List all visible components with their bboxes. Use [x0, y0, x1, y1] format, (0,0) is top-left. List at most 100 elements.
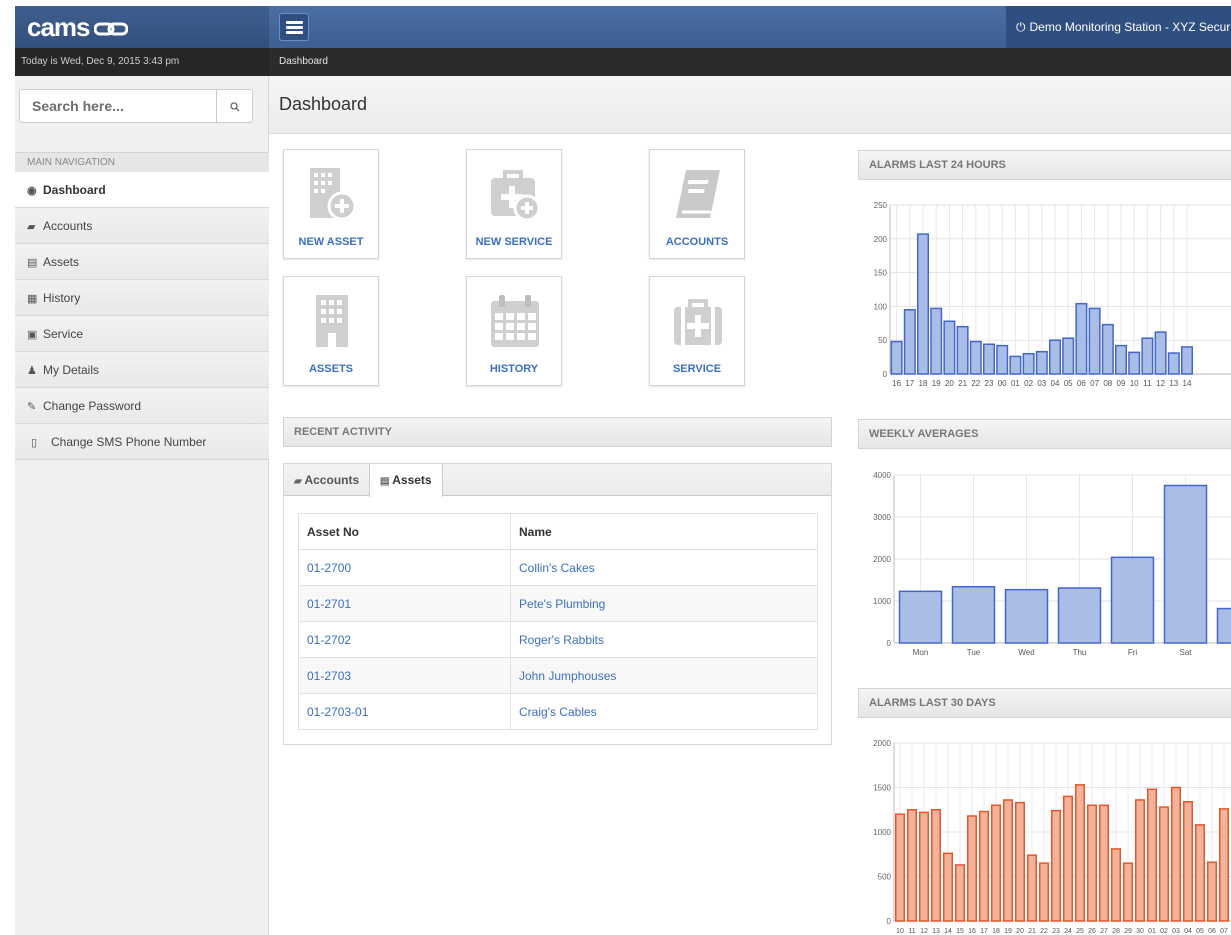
asset-name-link[interactable]: Pete's Plumbing	[510, 585, 818, 622]
station-menu[interactable]: ⏻ Demo Monitoring Station - XYZ Security	[1006, 6, 1231, 48]
chart-bar	[956, 325, 969, 375]
edit-icon: ✎	[27, 401, 37, 413]
chart-bar	[1181, 346, 1193, 375]
table-row: 01-2701 Pete's Plumbing	[298, 585, 818, 622]
breadcrumb[interactable]: Dashboard	[279, 48, 328, 76]
menu-toggle-button[interactable]	[279, 13, 309, 41]
search-input[interactable]	[32, 96, 212, 116]
x-tick-label: 17	[980, 928, 988, 935]
chart-bar	[890, 340, 903, 375]
tile-service[interactable]: SERVICE	[649, 276, 745, 386]
x-tick-label: 06	[1077, 379, 1086, 388]
y-tick-label: 3000	[873, 513, 891, 522]
search-icon	[229, 102, 239, 112]
y-tick-label: 1000	[873, 828, 891, 837]
search-button[interactable]	[216, 90, 252, 122]
table-row: 01-2702 Roger's Rabbits	[298, 621, 818, 658]
chart-bar	[1207, 861, 1217, 922]
y-tick-label: 150	[874, 269, 888, 278]
chart-bar	[1159, 806, 1169, 922]
sidebar-item-dashboard[interactable]: ◉ Dashboard	[15, 172, 269, 208]
medkit-icon: ▣	[27, 329, 38, 341]
x-tick-label: Fri	[1128, 648, 1138, 657]
asset-name-link[interactable]: Craig's Cables	[510, 693, 818, 730]
chart-bar	[1027, 854, 1037, 922]
sidebar-item-service[interactable]: ▣ Service	[15, 316, 269, 352]
chart-bar	[943, 320, 956, 375]
chart-bar	[969, 340, 982, 375]
sidebar-item-change-password[interactable]: ✎ Change Password	[15, 388, 269, 424]
x-tick-label: 27	[1100, 928, 1108, 935]
alarms-30d-chart-svg: 0 500 1000 1500 2000 10 11 12 13 14 15 16 17 18 19 20 21…	[873, 739, 1231, 935]
sidebar-item-history[interactable]: ▦ History	[15, 280, 269, 316]
sidebar-item-label: History	[43, 291, 81, 305]
hamburger-icon-line	[286, 31, 303, 34]
table-row: 01-2703-01 Craig's Cables	[298, 693, 818, 730]
sidebar-item-assets[interactable]: ▤ Assets	[15, 244, 269, 280]
chart-bar	[1049, 339, 1061, 375]
chart-bar	[931, 809, 941, 922]
table-row: 01-2703 John Jumphouses	[298, 657, 818, 694]
y-tick-label: 1000	[873, 597, 891, 606]
sidebar-item-label: My Details	[43, 363, 100, 377]
x-tick-label: 00	[998, 379, 1007, 388]
alarms-30d-header: ALARMS LAST 30 DAYS	[858, 688, 1231, 718]
x-tick-label: 14	[944, 928, 952, 935]
user-icon: ♟	[27, 365, 37, 377]
column-header: Name	[510, 513, 818, 550]
asset-number-link[interactable]: 01-2700	[298, 549, 511, 586]
chart-bar	[955, 864, 965, 922]
tab-assets[interactable]: ▤ Assets	[369, 464, 443, 497]
recent-activity-header: RECENT ACTIVITY	[283, 417, 832, 447]
building-icon: ▤	[380, 476, 393, 487]
asset-number-link[interactable]: 01-2703	[298, 657, 511, 694]
tile-label: ASSETS	[308, 363, 353, 375]
asset-number-link[interactable]: 01-2701	[298, 585, 511, 622]
dashboard-icon: ◉	[27, 185, 37, 197]
x-tick-label: 04	[1184, 928, 1192, 935]
sidebar-item-change-sms[interactable]: ▯ Change SMS Phone Number	[15, 424, 269, 460]
hamburger-icon-line	[286, 26, 303, 29]
chart-bar	[1147, 788, 1157, 922]
sidebar-item-label: Dashboard	[43, 183, 106, 197]
x-tick-label: 30	[1136, 928, 1144, 935]
tile-accounts[interactable]: ACCOUNTS	[649, 149, 745, 259]
chart-bar	[1015, 801, 1025, 922]
service-medkit-icon	[674, 299, 722, 345]
chart-bar	[1099, 804, 1109, 922]
chart-bar	[930, 307, 943, 375]
x-tick-label: 13	[1169, 379, 1178, 388]
asset-number-link[interactable]: 01-2703-01	[298, 693, 511, 730]
tile-history[interactable]: HISTORY	[466, 276, 562, 386]
y-tick-label: 0	[887, 639, 892, 648]
logo-area: cams	[15, 6, 269, 48]
tile-new-service[interactable]: NEW SERVICE	[466, 149, 562, 259]
chart-bar	[898, 590, 943, 644]
logo[interactable]: cams	[27, 12, 128, 43]
x-tick-label: 01	[1011, 379, 1020, 388]
sidebar-item-my-details[interactable]: ♟ My Details	[15, 352, 269, 388]
sidebar: MAIN NAVIGATION ◉ Dashboard ▰ Accounts ▤ As…	[15, 76, 269, 935]
chart-bar	[1062, 337, 1075, 375]
weekly-averages-chart: 01000200030004000MonTueWedThuFriSatSun	[858, 461, 1231, 661]
tile-new-asset[interactable]: NEW ASSET	[283, 149, 379, 259]
asset-name-link[interactable]: John Jumphouses	[510, 657, 818, 694]
tile-assets[interactable]: ASSETS	[283, 276, 379, 386]
book-icon: ▰	[294, 476, 305, 487]
x-tick-label: 23	[985, 379, 994, 388]
main-navigation: ◉ Dashboard ▰ Accounts ▤ Assets ▦ History ▣ S…	[15, 172, 269, 460]
y-tick-label: 500	[878, 873, 892, 882]
asset-number-link[interactable]: 01-2702	[298, 621, 511, 658]
x-tick-label: 02	[1160, 928, 1168, 935]
activity-tabs: ▰ Accounts ▤ Assets	[284, 464, 831, 497]
x-tick-label: 20	[945, 379, 954, 388]
sidebar-item-accounts[interactable]: ▰ Accounts	[15, 208, 269, 244]
chart-bar	[1128, 351, 1141, 375]
asset-name-link[interactable]: Collin's Cakes	[510, 549, 818, 586]
asset-name-link[interactable]: Roger's Rabbits	[510, 621, 818, 658]
x-tick-label: 18	[919, 379, 928, 388]
current-date: Today is Wed, Dec 9, 2015 3:43 pm	[15, 48, 269, 76]
x-tick-label: 10	[896, 928, 904, 935]
tab-accounts[interactable]: ▰ Accounts	[284, 464, 369, 496]
x-tick-label: 05	[1064, 379, 1073, 388]
